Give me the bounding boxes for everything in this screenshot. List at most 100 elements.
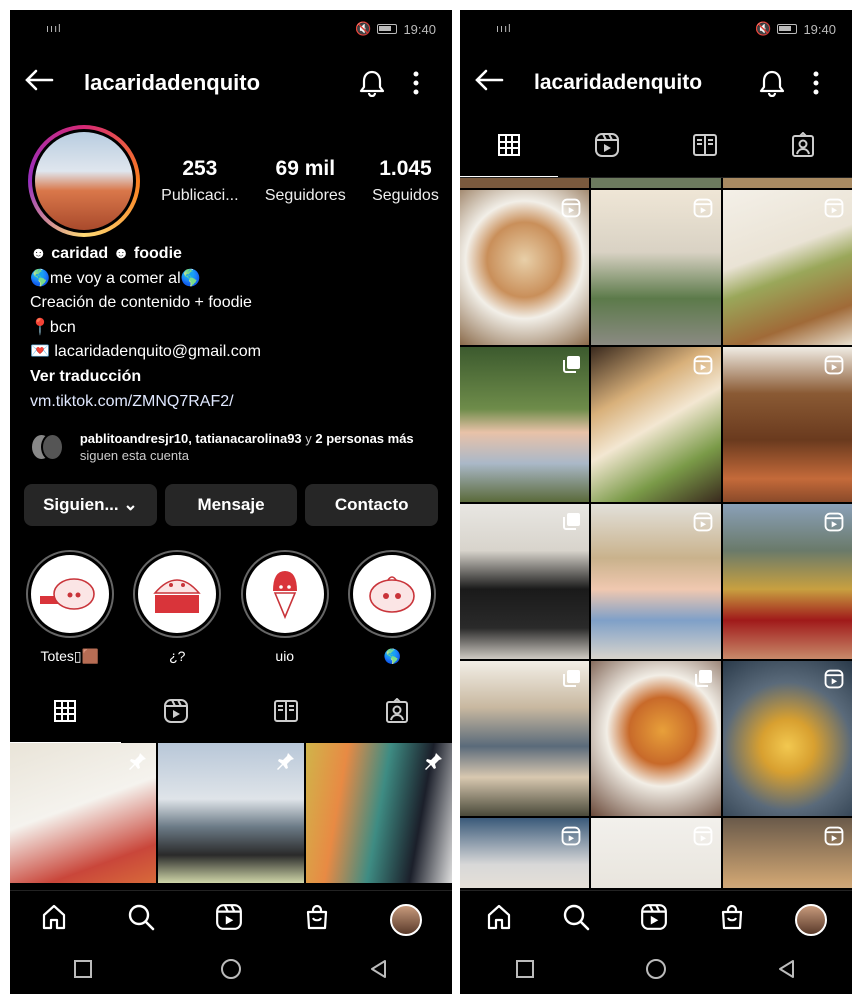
carousel-icon: [563, 669, 581, 692]
tab-tagged[interactable]: [342, 683, 453, 743]
highlight-label: 🌎: [383, 648, 401, 665]
recents-icon[interactable]: [515, 959, 535, 984]
shop-icon[interactable]: [303, 903, 331, 936]
reel-badge-icon: [561, 826, 581, 851]
tab-guides[interactable]: [231, 683, 342, 743]
post-tile[interactable]: [722, 661, 852, 816]
recents-icon[interactable]: [73, 959, 93, 984]
post-tile[interactable]: [591, 818, 721, 888]
search-icon[interactable]: [127, 903, 155, 936]
bell-icon[interactable]: [350, 69, 394, 97]
stat-following[interactable]: 1.045 Seguidos: [372, 157, 439, 205]
bio-website-link[interactable]: vm.tiktok.com/ZMNQ7RAF2/: [30, 390, 432, 415]
reel-badge-icon: [824, 355, 844, 380]
post-tile[interactable]: [591, 178, 721, 188]
post-tile[interactable]: [460, 178, 590, 188]
system-nav: [10, 948, 452, 994]
profile-tabs: [10, 683, 453, 744]
highlight-label: uio: [275, 648, 295, 665]
bell-icon[interactable]: [750, 69, 794, 97]
post-tile[interactable]: [460, 347, 590, 502]
profile-avatar[interactable]: [28, 125, 140, 237]
highlight-item[interactable]: ¿?: [129, 550, 225, 665]
home-circle-icon[interactable]: [645, 958, 667, 985]
post-tile[interactable]: [10, 743, 156, 884]
post-tile[interactable]: [722, 347, 852, 502]
following-button[interactable]: Siguien... ⌄: [24, 484, 157, 527]
post-tile[interactable]: [460, 818, 590, 888]
reels-icon[interactable]: [215, 903, 243, 936]
status-time: 19:40: [403, 21, 436, 37]
reel-badge-icon: [824, 198, 844, 223]
post-tile[interactable]: [722, 178, 852, 188]
home-icon[interactable]: [40, 903, 68, 936]
profile-bio: ☻ caridad ☻ foodie 🌎me voy a comer al🌎 C…: [10, 238, 452, 414]
profile-screen: ıııl 🔇 19:40 lacaridadenquito 253 Public…: [10, 10, 452, 994]
grid-icon: [53, 699, 77, 728]
profile-avatar-icon[interactable]: [390, 903, 423, 936]
more-vertical-icon[interactable]: [394, 71, 438, 95]
battery-icon: [377, 24, 398, 34]
bio-line: 📍bcn: [30, 318, 76, 336]
post-tile[interactable]: [591, 347, 721, 502]
profile-avatar-icon[interactable]: [795, 903, 828, 936]
contact-button[interactable]: Contacto: [305, 484, 439, 527]
post-tile[interactable]: [722, 504, 852, 659]
reels-icon[interactable]: [640, 903, 668, 936]
tab-tagged[interactable]: [754, 118, 852, 177]
top-bar: lacaridadenquito: [460, 48, 852, 118]
followed-by-text: pablitoandresjr10, tatianacarolina93 y 2…: [79, 431, 414, 464]
translate-link[interactable]: Ver traducción: [30, 365, 432, 390]
stat-posts[interactable]: 253 Publicaci...: [161, 157, 238, 205]
status-bar: ıııl 🔇 19:40: [460, 10, 852, 48]
mute-icon: 🔇: [755, 21, 772, 36]
bio-line: 🌎me voy a comer al🌎: [30, 269, 201, 287]
profile-header: 253 Publicaci... 69 mil Seguidores 1.045…: [10, 118, 452, 238]
highlight-item[interactable]: uio: [237, 550, 333, 665]
posts-grid: [460, 178, 852, 888]
home-circle-icon[interactable]: [220, 958, 242, 985]
post-tile[interactable]: [460, 504, 590, 659]
tab-guides[interactable]: [656, 118, 754, 177]
top-bar: lacaridadenquito: [10, 48, 452, 118]
reel-badge-icon: [693, 198, 713, 223]
post-tile[interactable]: [591, 661, 721, 816]
tab-grid[interactable]: [460, 118, 558, 177]
bottom-nav: [10, 890, 452, 948]
post-tile[interactable]: [460, 190, 590, 345]
back-arrow-icon[interactable]: [24, 68, 84, 98]
reel-badge-icon: [693, 826, 713, 851]
reel-badge-icon: [824, 826, 844, 851]
highlight-item[interactable]: Totes▯🟫: [22, 550, 118, 665]
back-triangle-icon[interactable]: [369, 959, 389, 984]
pin-icon: [424, 751, 444, 776]
stat-followers[interactable]: 69 mil Seguidores: [265, 157, 346, 205]
post-tile[interactable]: [158, 743, 304, 884]
reels-grid-screen: ıııl 🔇 19:40 lacaridadenquito: [460, 10, 852, 994]
carousel-icon: [694, 669, 713, 692]
shop-icon[interactable]: [718, 903, 746, 936]
tab-reels[interactable]: [558, 118, 656, 177]
back-arrow-icon[interactable]: [474, 68, 534, 98]
carousel-icon: [563, 355, 581, 378]
system-nav: [460, 948, 852, 994]
tab-grid[interactable]: [10, 683, 121, 744]
post-tile[interactable]: [722, 818, 852, 888]
post-tile[interactable]: [722, 190, 852, 345]
message-button[interactable]: Mensaje: [164, 484, 298, 527]
post-tile[interactable]: [591, 190, 721, 345]
post-tile[interactable]: [306, 743, 452, 884]
profile-stats: 253 Publicaci... 69 mil Seguidores 1.045…: [140, 157, 452, 205]
post-tile[interactable]: [460, 661, 590, 816]
back-triangle-icon[interactable]: [777, 959, 797, 984]
search-icon[interactable]: [562, 903, 590, 936]
followed-by[interactable]: pablitoandresjr10, tatianacarolina93 y 2…: [10, 414, 452, 466]
tab-reels[interactable]: [121, 683, 232, 743]
profile-username: lacaridadenquito: [534, 71, 703, 94]
highlight-item[interactable]: 🌎: [344, 550, 440, 665]
bio-email[interactable]: 💌 lacaridadenquito@gmail.com: [30, 340, 432, 365]
tagged-icon: [384, 697, 410, 729]
home-icon[interactable]: [485, 903, 513, 936]
post-tile[interactable]: [591, 504, 721, 659]
more-vertical-icon[interactable]: [794, 71, 838, 95]
